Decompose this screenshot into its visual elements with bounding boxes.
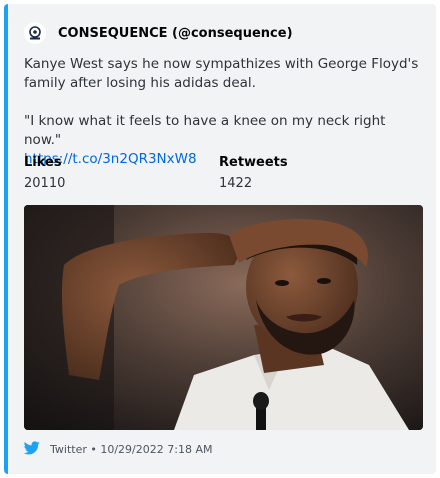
retweets-label: Retweets	[219, 155, 288, 170]
tweet-text: Kanye West says he now sympathizes with …	[24, 55, 420, 169]
retweets-value: 1422	[219, 176, 253, 191]
embed-footer: Twitter • 10/29/2022 7:18 AM	[23, 440, 213, 459]
photo-of-man-hand-on-head	[24, 205, 423, 430]
likes-value: 20110	[24, 176, 66, 191]
tweet-embed: CONSEQUENCE (@consequence) Kanye West sa…	[4, 4, 436, 474]
consequence-logo-icon	[24, 22, 46, 44]
embed-author[interactable]: CONSEQUENCE (@consequence)	[24, 22, 293, 44]
tweet-text-line-1: Kanye West says he now sympathizes with …	[24, 56, 419, 91]
tweet-image[interactable]	[24, 205, 423, 430]
embed-fields: Likes 20110 Retweets 1422	[24, 154, 420, 193]
retweets-field: Retweets 1422	[219, 154, 414, 193]
author-name[interactable]: CONSEQUENCE (@consequence)	[58, 26, 293, 41]
twitter-bird-icon	[23, 440, 40, 459]
likes-label: Likes	[24, 155, 62, 170]
footer-text: Twitter • 10/29/2022 7:18 AM	[50, 442, 213, 456]
tweet-quote: "I know what it feels to have a knee on …	[24, 113, 386, 148]
likes-field: Likes 20110	[24, 154, 219, 193]
